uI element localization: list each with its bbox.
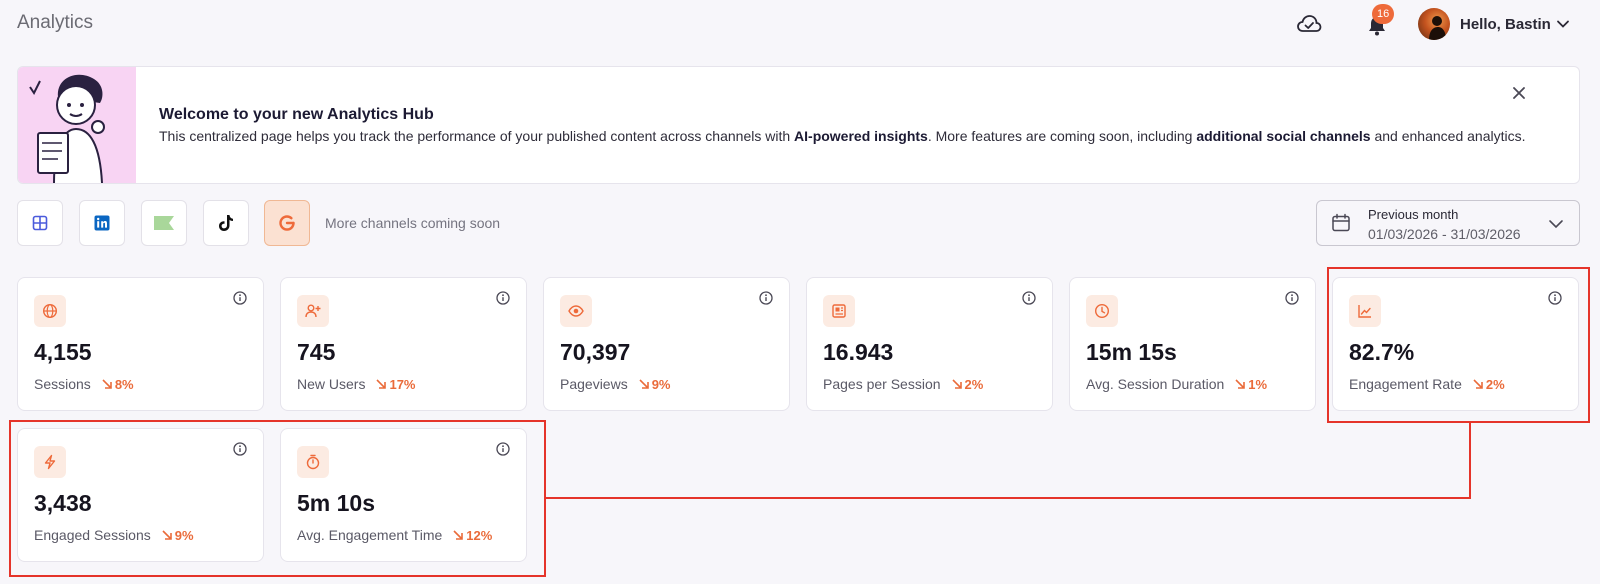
info-icon[interactable] [759,291,773,305]
banner-text-bold-2: additional social channels [1196,128,1371,144]
channel-google[interactable] [264,200,310,246]
metric-delta-value: 1% [1248,376,1268,392]
metric-delta: 2% [951,376,984,392]
channel-flag[interactable] [141,200,187,246]
avatar[interactable] [1418,8,1450,40]
page-title: Analytics [17,12,94,33]
cloud-check-icon[interactable] [1296,12,1322,36]
date-range-select[interactable]: Previous month 01/03/2026 - 31/03/2026 [1316,200,1580,246]
metric-card-pages-per-session: 16.943 Pages per Session 2% [806,277,1053,411]
banner-text-3: and enhanced analytics. [1370,128,1526,144]
chevron-down-icon [1549,220,1563,229]
channel-tiktok[interactable] [203,200,249,246]
metric-delta-value: 8% [114,376,134,392]
metric-delta: 1% [1234,377,1267,392]
banner-description: This centralized page helps you track th… [159,128,1539,144]
metric-label: Sessions [34,376,91,392]
metric-delta: 9% [638,377,671,392]
welcome-banner: Welcome to your new Analytics Hub This c… [17,66,1580,184]
metric-label: Pages per Session [823,376,941,392]
avatar-silhouette-icon [1429,16,1446,40]
arrow-down-right-icon [1235,379,1246,389]
info-icon[interactable] [1285,291,1299,305]
metric-value: 70,397 [560,339,631,365]
user-greeting[interactable]: Hello, Bastin [1460,16,1551,33]
info-icon[interactable] [1022,291,1036,305]
annotation-box-engagement-cards [9,420,546,577]
person-illustration-icon [29,74,105,183]
google-icon [279,215,295,231]
metric-value: 16.943 [823,339,894,365]
metric-card-pageviews: 70,397 Pageviews 9% [543,277,790,411]
metric-value: 4,155 [34,339,92,365]
arrow-down-right-icon [102,379,112,389]
arrow-down-right-icon [376,379,387,389]
eye-icon [560,295,592,327]
annotation-box-engagement-rate [1327,267,1590,423]
metric-value: 15m 15s [1086,339,1177,365]
channel-linkedin[interactable] [79,200,125,246]
date-range-label: Previous month [1368,207,1459,222]
annotation-connector-vertical [1469,423,1471,497]
close-icon[interactable] [1511,85,1527,101]
banner-title: Welcome to your new Analytics Hub [159,106,434,123]
chevron-down-icon[interactable] [1556,17,1570,31]
all-channels-icon [32,215,48,231]
notification-badge: 16 [1372,4,1395,24]
metric-card-avg-session-duration: 15m 15s Avg. Session Duration 1% [1069,277,1316,411]
linkedin-icon [94,215,110,231]
info-icon[interactable] [233,291,247,305]
annotation-connector-horizontal [546,497,1471,499]
flag-icon [154,216,174,230]
metric-label: Pageviews [560,376,628,392]
banner-text-2: . More features are coming soon, includi… [927,128,1197,144]
date-range-value: 01/03/2026 - 31/03/2026 [1368,226,1521,242]
metric-card-sessions: 4,155 Sessions 8% [17,277,264,411]
metric-value: 745 [297,339,336,365]
calendar-icon [1332,213,1350,232]
metric-delta: 17% [375,376,416,392]
metric-delta-value: 17% [389,376,416,392]
pages-icon [823,295,855,327]
arrow-down-right-icon [951,379,962,389]
metric-delta-value: 2% [964,376,984,392]
metric-delta: 8% [101,377,134,392]
metric-label: Avg. Session Duration [1086,376,1225,392]
arrow-down-right-icon [639,379,649,389]
tiktok-icon [219,215,233,231]
user-plus-icon [297,295,329,327]
channels-note: More channels coming soon [325,215,501,231]
info-icon[interactable] [496,291,510,305]
globe-icon [34,295,66,327]
banner-illustration [18,67,136,183]
channel-all[interactable] [17,200,63,246]
metric-card-new-users: 745 New Users 17% [280,277,527,411]
clock-icon [1086,295,1118,327]
metric-label: New Users [297,376,366,392]
metric-delta-value: 9% [651,376,671,392]
banner-text-1: This centralized page helps you track th… [159,128,795,144]
banner-text-bold-1: AI-powered insights [794,128,928,144]
